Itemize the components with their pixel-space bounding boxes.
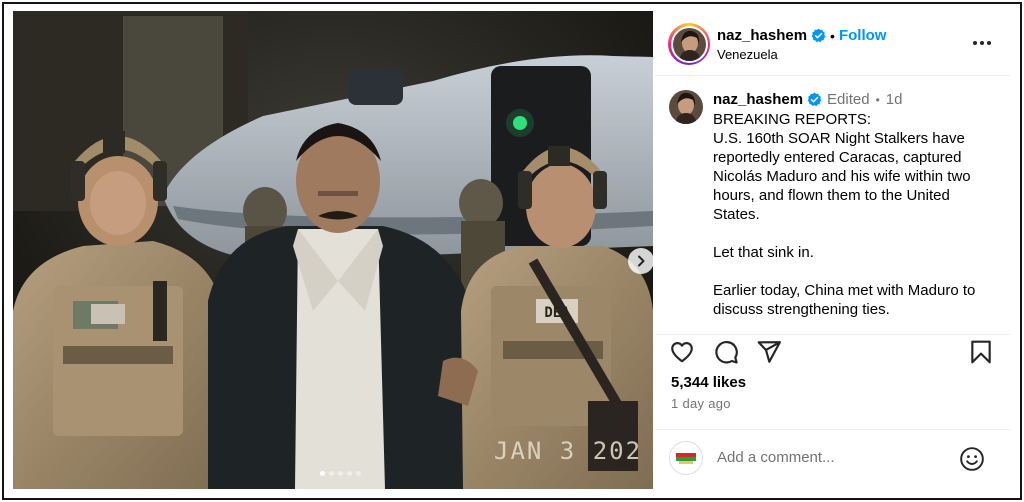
save-button[interactable] bbox=[968, 339, 994, 365]
likes-count[interactable]: 5,344 likes bbox=[671, 374, 746, 391]
bookmark-icon bbox=[971, 340, 991, 364]
post-media[interactable]: DEA JAN 3 202 bbox=[13, 11, 653, 489]
caption-username[interactable]: naz_hashem bbox=[713, 91, 803, 108]
carousel-dot bbox=[338, 471, 343, 476]
share-icon bbox=[757, 341, 781, 363]
post-actions bbox=[655, 337, 1010, 367]
follow-button[interactable]: Follow bbox=[839, 27, 887, 44]
header-separator: • bbox=[830, 27, 835, 44]
photo-datestamp: JAN 3 202 bbox=[494, 437, 643, 465]
story-ring-avatar[interactable] bbox=[668, 23, 710, 65]
caption-avatar[interactable] bbox=[669, 90, 703, 124]
caption-timestamp[interactable]: 1d bbox=[886, 91, 903, 108]
comment-button[interactable] bbox=[713, 339, 739, 365]
post-sidebar: naz_hashem • Follow Venezuela naz_hashem… bbox=[655, 11, 1010, 489]
caption-area: naz_hashem Edited • 1d BREAKING REPORTS:… bbox=[655, 77, 1010, 334]
header-username[interactable]: naz_hashem bbox=[717, 27, 807, 44]
caption-header: naz_hashem Edited • 1d bbox=[713, 91, 902, 108]
header-user-line: naz_hashem • Follow bbox=[717, 27, 886, 44]
post-location[interactable]: Venezuela bbox=[717, 47, 778, 62]
divider bbox=[655, 334, 1010, 335]
comment-input[interactable] bbox=[717, 449, 947, 466]
commenter-avatar bbox=[669, 441, 703, 475]
more-options-button[interactable] bbox=[971, 33, 993, 53]
carousel-dot bbox=[356, 471, 361, 476]
share-button[interactable] bbox=[756, 339, 782, 365]
comment-composer bbox=[655, 430, 1010, 489]
carousel-indicator bbox=[320, 471, 361, 476]
carousel-next-button[interactable] bbox=[628, 248, 653, 274]
chevron-right-icon bbox=[638, 255, 645, 267]
caption-dot-separator: • bbox=[875, 92, 880, 107]
heart-icon bbox=[671, 342, 693, 363]
post-photo bbox=[13, 11, 653, 489]
dea-patch: DEA bbox=[544, 305, 570, 321]
emoji-icon bbox=[960, 447, 984, 471]
carousel-dot bbox=[329, 471, 334, 476]
carousel-dot bbox=[347, 471, 352, 476]
comment-icon bbox=[715, 341, 738, 364]
edited-label: Edited bbox=[827, 91, 870, 108]
carousel-dot bbox=[320, 471, 325, 476]
post-header: naz_hashem • Follow Venezuela bbox=[655, 11, 1010, 76]
verified-badge-icon bbox=[811, 28, 826, 43]
posted-ago[interactable]: 1 day ago bbox=[671, 396, 731, 411]
caption-text: BREAKING REPORTS: U.S. 160th SOAR Night … bbox=[713, 111, 976, 318]
verified-badge-icon bbox=[807, 92, 822, 107]
like-button[interactable] bbox=[669, 339, 695, 365]
more-options-icon bbox=[973, 41, 991, 45]
emoji-button[interactable] bbox=[959, 446, 985, 472]
avatar bbox=[672, 27, 706, 61]
